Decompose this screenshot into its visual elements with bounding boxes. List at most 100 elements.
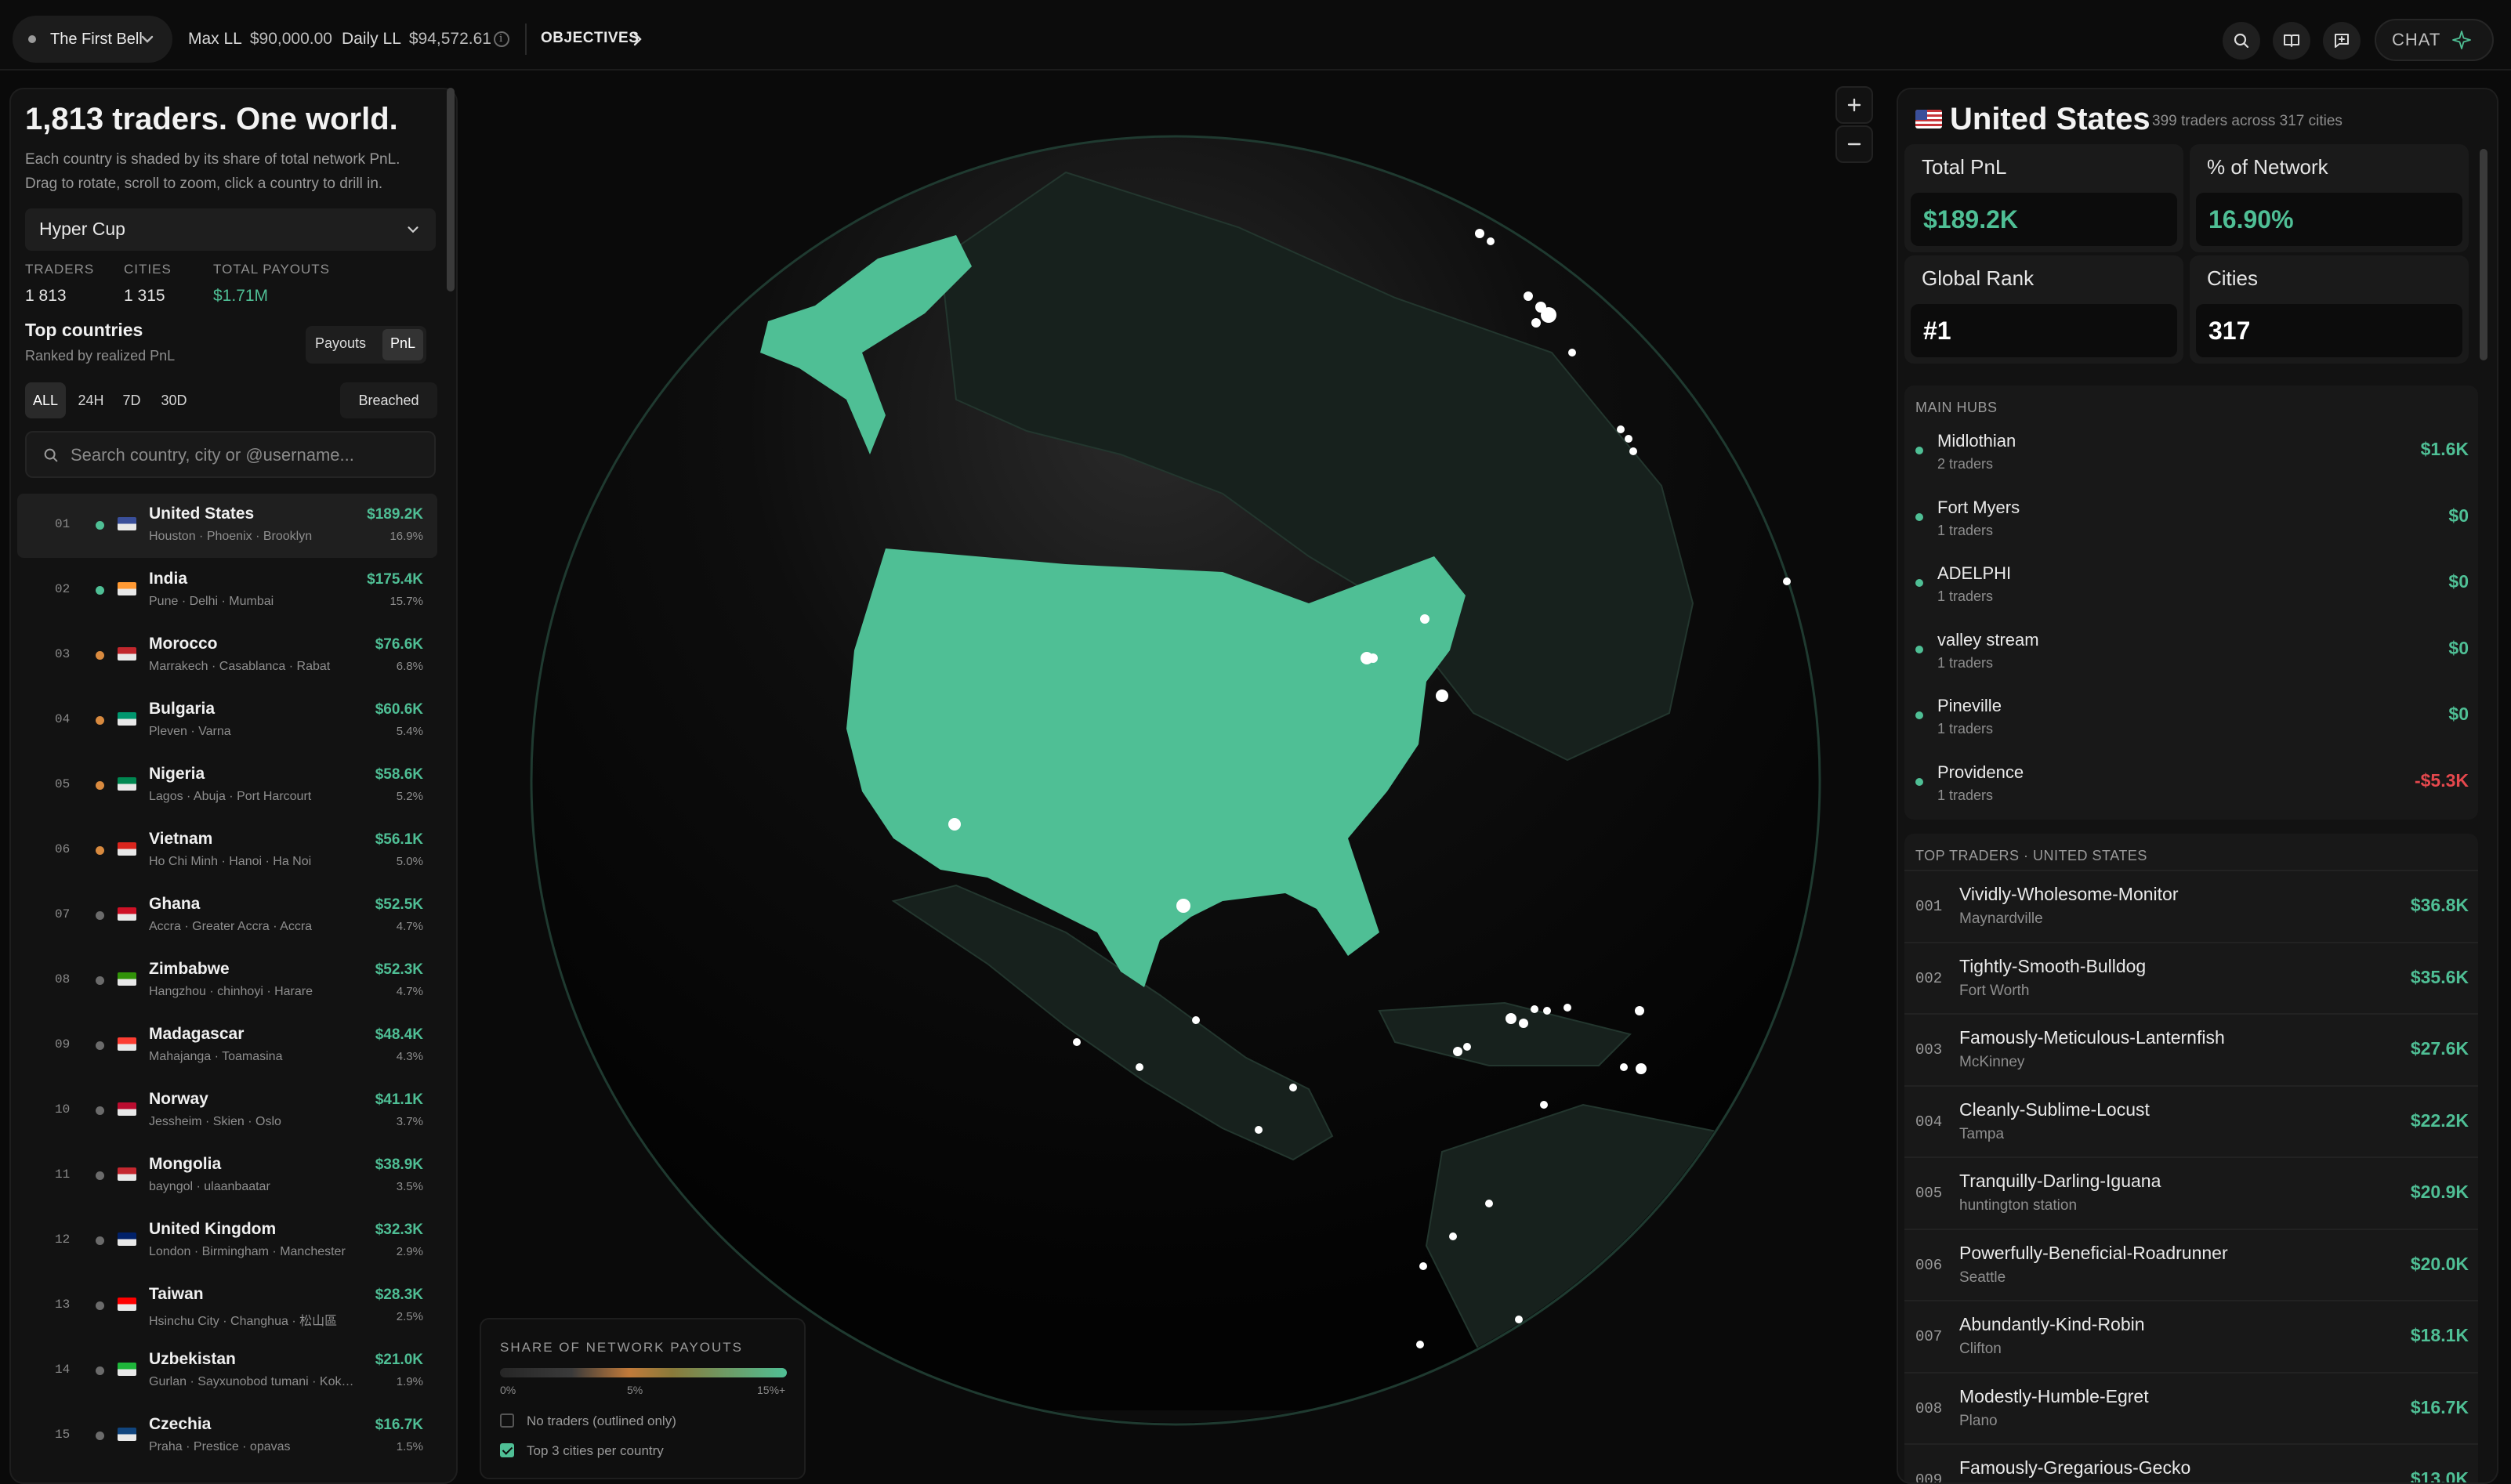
search-input[interactable] [71, 443, 423, 467]
hub-row[interactable]: valley stream 1 traders $0 [1904, 619, 2478, 685]
trader-row[interactable]: 007 Abundantly-Kind-Robin Clifton $18.1K [1904, 1300, 2478, 1372]
country-row[interactable]: 14 Uzbekistan Gurlan · Sayxunobod tumani ·… [17, 1339, 437, 1403]
objectives-link[interactable]: OBJECTIVES [541, 30, 639, 47]
left-scrollbar[interactable] [447, 88, 455, 291]
country-name: United States [149, 505, 255, 523]
trader-row[interactable]: 008 Modestly-Humble-Egret Plano $16.7K [1904, 1371, 2478, 1444]
country-row[interactable]: 06 Vietnam Ho Chi Minh · Hanoi · Ha Noi $56… [17, 819, 437, 883]
country-row[interactable]: 11 Mongolia bayngol · ulaanbaatar $38.9K 3.5… [17, 1144, 437, 1208]
no-traders-checkbox[interactable] [500, 1413, 514, 1428]
hub-city: Midlothian [1937, 431, 2016, 451]
share-dot [96, 1366, 104, 1375]
account-selector[interactable]: The First Bell [13, 16, 172, 63]
country-cities: Marrakech · Casablanca · Rabat [149, 660, 331, 673]
trader-pnl: $22.2K [2410, 1109, 2469, 1131]
countries-panel: 1,813 traders. One world. Each country i… [9, 88, 458, 1484]
zoom-in-button[interactable] [1835, 86, 1873, 124]
share-dot [96, 976, 104, 985]
country-name: India [149, 570, 188, 588]
trader-name: Powerfully-Beneficial-Roadrunner [1959, 1242, 2228, 1263]
country-detail-panel: United States 399 traders across 317 cit… [1897, 88, 2498, 1484]
search-button[interactable] [2223, 22, 2260, 60]
country-rank: 10 [55, 1102, 71, 1117]
country-row[interactable]: 08 Zimbabwe Hangzhou · chinhoyi · Harare $5… [17, 949, 437, 1013]
trader-row[interactable]: 002 Tightly-Smooth-Bulldog Fort Worth $35.6… [1904, 941, 2478, 1014]
trader-city: Maynardville [1959, 910, 2043, 927]
timeframe-7d[interactable]: 7D [116, 382, 147, 418]
hub-traders: 1 traders [1937, 522, 1994, 538]
hub-dot [1915, 645, 1923, 653]
chat-label: CHAT [2392, 30, 2441, 49]
hub-row[interactable]: Fort Myers 1 traders $0 [1904, 487, 2478, 552]
right-scrollbar[interactable] [2480, 149, 2487, 360]
country-row[interactable]: 07 Ghana Accra · Greater Accra · Accra $52.… [17, 884, 437, 948]
trader-row[interactable]: 005 Tranquilly-Darling-Iguana huntington s… [1904, 1156, 2478, 1229]
country-row[interactable]: 09 Madagascar Mahajanga · Toamasina $48.4K 4… [17, 1014, 437, 1078]
total-pnl-card: Total PnL $189.2K [1904, 144, 2183, 252]
ranking-mode-toggle: Payouts PnL [306, 326, 426, 364]
trader-rank: 003 [1915, 1041, 1943, 1059]
hub-dot [1915, 447, 1923, 454]
timeframe-30d[interactable]: 30D [152, 382, 196, 418]
breached-filter[interactable]: Breached [340, 382, 437, 418]
zoom-out-button[interactable] [1835, 125, 1873, 163]
country-row[interactable]: 15 Czechia Praha · Prestice · opavas $16.7K… [17, 1404, 437, 1468]
trader-row[interactable]: 003 Famously-Meticulous-Lanternfish McKinn… [1904, 1013, 2478, 1085]
flag-icon [118, 1363, 136, 1376]
country-share: 5.4% [396, 725, 423, 738]
country-rank: 07 [55, 907, 71, 921]
country-rank: 14 [55, 1363, 71, 1377]
hub-row[interactable]: Midlothian 2 traders $1.6K [1904, 420, 2478, 486]
country-row[interactable]: 13 Taiwan Hsinchu City · Changhua · 松山區 $28… [17, 1274, 437, 1338]
country-pnl: $52.3K [375, 961, 423, 978]
country-share: 2.9% [396, 1245, 423, 1258]
trader-row[interactable]: 001 Vividly-Wholesome-Monitor Maynardville… [1904, 870, 2478, 942]
competition-select[interactable]: Hyper Cup [25, 208, 436, 251]
ocean-band [776, 1410, 1442, 1423]
flag-icon [118, 517, 136, 530]
country-row[interactable]: 04 Bulgaria Pleven · Varna $60.6K 5.4% [17, 689, 437, 753]
feedback-button[interactable] [2323, 22, 2361, 60]
country-pnl: $38.9K [375, 1156, 423, 1173]
hub-row[interactable]: Providence 1 traders -$5.3K [1904, 751, 2478, 817]
info-icon[interactable] [494, 31, 509, 47]
share-dot [96, 846, 104, 855]
country-rank: 04 [55, 712, 71, 726]
share-dot [96, 651, 104, 660]
flag-icon [118, 907, 136, 921]
docs-button[interactable] [2273, 22, 2310, 60]
flag-icon [118, 1167, 136, 1181]
trader-city: Tampa [1959, 1125, 2005, 1142]
country-row[interactable]: 05 Nigeria Lagos · Abuja · Port Harcourt $5… [17, 754, 437, 818]
world-globe[interactable] [517, 118, 1834, 1450]
country-row[interactable]: 10 Norway Jessheim · Skien · Oslo $41.1K 3.7… [17, 1079, 437, 1143]
trader-row[interactable]: 006 Powerfully-Beneficial-Roadrunner Seatt… [1904, 1228, 2478, 1301]
country-title: United States [1950, 102, 2150, 136]
mode-pnl[interactable]: PnL [382, 329, 423, 360]
country-row[interactable]: 12 United Kingdom London · Birmingham · Ma… [17, 1209, 437, 1273]
hub-row[interactable]: ADELPHI 1 traders $0 [1904, 552, 2478, 618]
country-cities: Pune · Delhi · Mumbai [149, 595, 274, 608]
top3-cities-checkbox[interactable] [500, 1443, 514, 1457]
chat-button[interactable]: CHAT [2375, 19, 2494, 61]
mode-payouts[interactable]: Payouts [315, 335, 366, 352]
share-dot [96, 1171, 104, 1180]
message-plus-icon [2335, 34, 2349, 48]
country-share: 3.5% [396, 1180, 423, 1193]
country-row[interactable]: 02 India Pune · Delhi · Mumbai $175.4K 15.7% [17, 559, 437, 623]
timeframe-24h[interactable]: 24H [71, 382, 111, 418]
country-share: 5.2% [396, 790, 423, 803]
trader-row[interactable]: 009 Famously-Gregarious-Gecko $13.0K [1904, 1443, 2478, 1482]
timeframe-all[interactable]: ALL [25, 382, 66, 418]
trader-row[interactable]: 004 Cleanly-Sublime-Locust Tampa $22.2K [1904, 1084, 2478, 1157]
country-cities: Mahajanga · Toamasina [149, 1050, 283, 1063]
country-row[interactable]: 03 Morocco Marrakech · Casablanca · Rabat $… [17, 624, 437, 688]
hub-row[interactable]: Pineville 1 traders $0 [1904, 685, 2478, 751]
country-row[interactable]: 01 United States Houston · Phoenix · Brook… [17, 494, 437, 558]
legend-tick: 5% [627, 1384, 643, 1396]
trader-name: Abundantly-Kind-Robin [1959, 1314, 2145, 1334]
trader-pnl: $16.7K [2410, 1396, 2469, 1417]
chevron-right-icon[interactable] [632, 31, 644, 47]
country-rank: 09 [55, 1037, 71, 1051]
trader-name: Cleanly-Sublime-Locust [1959, 1099, 2150, 1120]
